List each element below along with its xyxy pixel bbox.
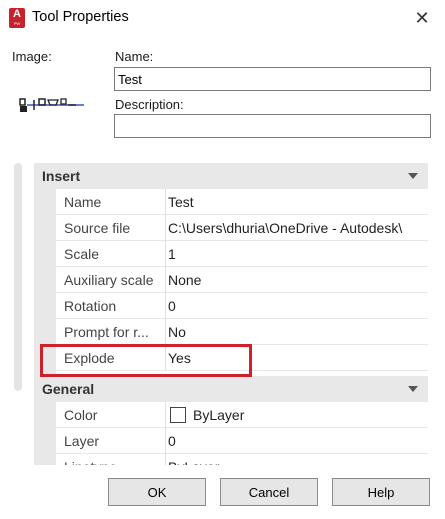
app-icon-letter: A [13, 8, 21, 20]
property-label: Prompt for r... [56, 319, 166, 345]
property-value[interactable]: No [166, 319, 428, 345]
property-row-scale[interactable]: Scale 1 [56, 241, 428, 267]
property-row-linetype[interactable]: Linetype ByLayer [56, 454, 428, 465]
property-row-auxiliary-scale[interactable]: Auxiliary scale None [56, 267, 428, 293]
property-label: Rotation [56, 293, 166, 319]
properties-grid: Insert Name Test Source file C:\Users\dh… [34, 163, 428, 465]
property-row-prompt-for-rotation[interactable]: Prompt for r... No [56, 319, 428, 345]
description-input[interactable] [114, 114, 431, 138]
property-label: Auxiliary scale [56, 267, 166, 293]
color-value-text: ByLayer [193, 407, 245, 423]
property-value[interactable]: Test [166, 189, 428, 215]
color-swatch [170, 407, 186, 423]
section-title: Insert [42, 168, 81, 184]
help-button[interactable]: Help [332, 478, 430, 506]
property-label: Layer [56, 428, 166, 454]
property-value[interactable]: 1 [166, 241, 428, 267]
collapse-caret-icon[interactable] [408, 173, 418, 179]
autocad-app-icon: A PW [9, 8, 25, 28]
property-row-name[interactable]: Name Test [56, 189, 428, 215]
property-value[interactable]: ByLayer [166, 402, 428, 428]
section-general-header[interactable]: General [34, 376, 428, 402]
block-preview-image [19, 98, 84, 112]
cancel-button[interactable]: Cancel [220, 478, 318, 506]
section-insert-header[interactable]: Insert [34, 163, 428, 189]
image-label: Image: [12, 49, 52, 64]
property-value[interactable]: None [166, 267, 428, 293]
property-row-layer[interactable]: Layer 0 [56, 428, 428, 454]
property-label: Color [56, 402, 166, 428]
property-row-rotation[interactable]: Rotation 0 [56, 293, 428, 319]
property-label: Name [56, 189, 166, 215]
collapse-caret-icon[interactable] [408, 386, 418, 392]
palette-scrollbar[interactable] [14, 163, 22, 391]
property-label: Linetype [56, 454, 166, 465]
app-icon-sub: PW [13, 21, 21, 26]
property-label: Scale [56, 241, 166, 267]
property-label: Explode [56, 345, 166, 371]
property-value[interactable]: 0 [166, 293, 428, 319]
property-value[interactable]: C:\Users\dhuria\OneDrive - Autodesk\ [166, 215, 428, 241]
close-icon: ✕ [414, 7, 430, 28]
name-input[interactable] [114, 67, 431, 91]
property-label: Source file [56, 215, 166, 241]
property-value[interactable]: ByLayer [166, 454, 428, 465]
ok-button[interactable]: OK [108, 478, 206, 506]
section-title: General [42, 381, 95, 397]
property-value[interactable]: 0 [166, 428, 428, 454]
window-title: Tool Properties [32, 9, 129, 25]
property-row-explode[interactable]: Explode Yes [56, 345, 428, 371]
property-row-color[interactable]: Color ByLayer [56, 402, 428, 428]
property-row-source-file[interactable]: Source file C:\Users\dhuria\OneDrive - A… [56, 215, 428, 241]
section-gutter [34, 402, 56, 465]
description-label: Description: [115, 97, 184, 112]
section-gutter [34, 189, 56, 376]
property-value[interactable]: Yes [166, 345, 428, 371]
title-bar: A PW Tool Properties ✕ [0, 0, 445, 36]
close-button[interactable]: ✕ [399, 0, 445, 36]
name-label: Name: [115, 49, 154, 64]
